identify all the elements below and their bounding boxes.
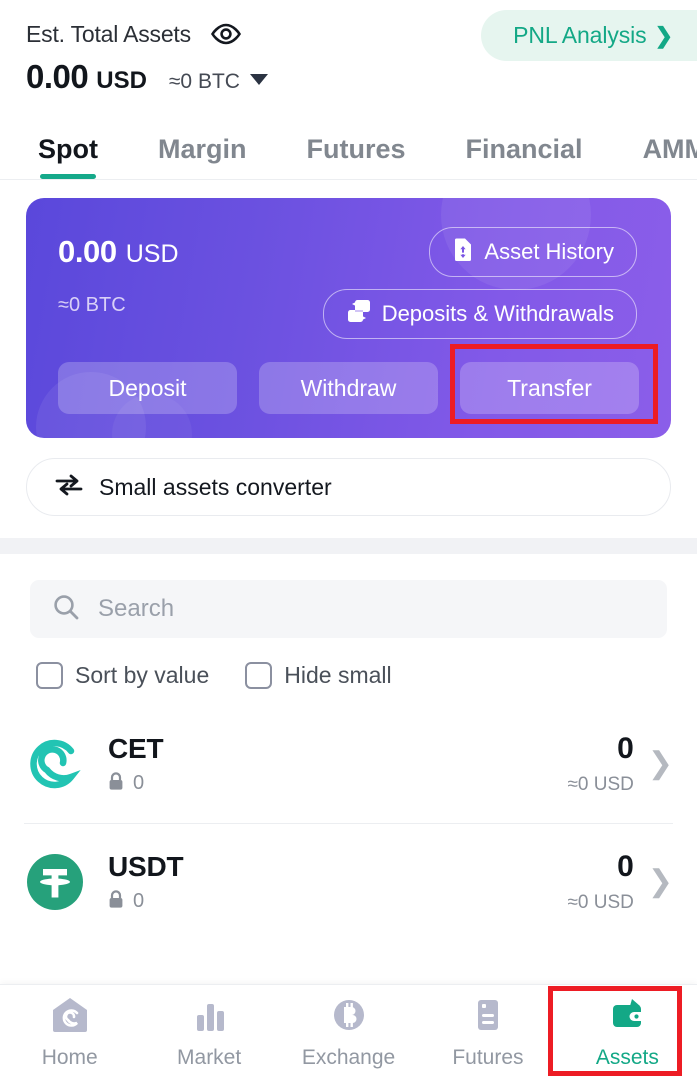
wallet-icon: [606, 995, 648, 1040]
total-assets-amount: 0.00: [26, 58, 89, 95]
locked-amount: 0: [133, 772, 145, 794]
withdraw-button[interactable]: Withdraw: [259, 362, 438, 414]
asset-values: 0 ≈0 USD: [567, 732, 633, 796]
pnl-analysis-label: PNL Analysis: [513, 22, 647, 48]
asset-usd-value: ≈0 USD: [567, 774, 634, 795]
checkbox-box: [245, 662, 273, 689]
lock-icon: [108, 771, 124, 796]
asset-list: CET 0 0 ≈0 USD ❯ USDT 0 0 ≈0 USD ❯: [0, 705, 697, 941]
chevron-right-icon: ❯: [654, 22, 673, 48]
locked-amount: 0: [133, 890, 145, 912]
chevron-right-icon[interactable]: ❯: [648, 749, 673, 779]
home-icon: [49, 995, 91, 1040]
eye-icon[interactable]: [210, 23, 241, 45]
tab-financial[interactable]: Financial: [466, 134, 583, 179]
deposits-withdrawals-button[interactable]: Deposits & Withdrawals: [322, 289, 637, 339]
nav-label-home: Home: [41, 1046, 98, 1069]
filter-row: Sort by value Hide small: [36, 662, 697, 689]
deposits-withdrawals-label: Deposits & Withdrawals: [381, 301, 614, 326]
nav-label-futures: Futures: [452, 1046, 524, 1069]
search-placeholder: Search: [98, 595, 175, 622]
total-assets-row: 0.00 USD ≈0 BTC: [0, 58, 697, 96]
tab-futures[interactable]: Futures: [307, 134, 406, 179]
nav-item-assets[interactable]: Assets: [558, 995, 697, 1070]
asset-history-label: Asset History: [484, 239, 614, 264]
sort-by-value-label: Sort by value: [75, 662, 210, 688]
checkbox-box: [36, 662, 63, 689]
asset-usd-value: ≈0 USD: [567, 892, 634, 913]
asset-history-button[interactable]: Asset History: [429, 227, 637, 277]
nav-item-futures[interactable]: Futures: [418, 995, 557, 1070]
account-type-tabs: Spot Margin Futures Financial AMM: [0, 118, 697, 180]
nav-item-market[interactable]: Market: [139, 995, 278, 1070]
swap-arrows-icon: [55, 474, 83, 501]
asset-info: CET 0: [108, 733, 567, 796]
asset-amount: 0: [617, 850, 634, 883]
usdt-coin-logo: [24, 851, 86, 913]
header: Est. Total Assets PNL Analysis ❯ 0.00 US…: [0, 0, 697, 118]
nav-label-exchange: Exchange: [301, 1046, 396, 1069]
chevron-down-icon[interactable]: [249, 74, 268, 85]
chevron-right-icon[interactable]: ❯: [648, 867, 673, 897]
sort-by-value-checkbox[interactable]: Sort by value: [36, 662, 209, 689]
transfer-document-icon: [346, 299, 372, 329]
asset-symbol: CET: [108, 732, 164, 764]
deposit-button[interactable]: Deposit: [58, 362, 237, 414]
est-total-assets-label: Est. Total Assets: [26, 20, 191, 47]
asset-symbol: USDT: [108, 850, 184, 882]
nav-item-exchange[interactable]: Exchange: [279, 995, 418, 1070]
table-row[interactable]: USDT 0 0 ≈0 USD ❯: [0, 823, 697, 941]
nav-label-market: Market: [177, 1046, 242, 1069]
total-assets-btc: ≈0 BTC: [168, 70, 240, 93]
section-divider: [0, 538, 697, 554]
app-screen: Est. Total Assets PNL Analysis ❯ 0.00 US…: [0, 0, 697, 1080]
document-updown-icon: [452, 237, 474, 267]
locked-amount-row: 0: [108, 889, 567, 914]
tab-spot[interactable]: Spot: [38, 134, 98, 179]
bottom-navigation: Home Market Exchange Futures Assets: [0, 984, 697, 1080]
card-balance-btc: ≈0 BTC: [58, 294, 126, 316]
tab-amm[interactable]: AMM: [643, 134, 697, 179]
locked-amount-row: 0: [108, 771, 567, 796]
small-assets-converter-label: Small assets converter: [99, 473, 332, 500]
futures-card-icon: [467, 995, 509, 1040]
transfer-button[interactable]: Transfer: [460, 362, 639, 414]
lock-icon: [108, 889, 124, 914]
bitcoin-circle-icon: [328, 995, 370, 1040]
pnl-analysis-button[interactable]: PNL Analysis ❯: [481, 10, 697, 61]
card-balance-row: 0.00 USD: [58, 234, 179, 270]
hide-small-label: Hide small: [284, 662, 392, 688]
total-assets-currency: USD: [96, 67, 147, 94]
table-row[interactable]: CET 0 0 ≈0 USD ❯: [0, 705, 697, 823]
search-input[interactable]: Search: [30, 580, 667, 638]
asset-info: USDT 0: [108, 851, 567, 914]
card-balance-currency: USD: [125, 240, 179, 268]
nav-label-assets: Assets: [595, 1046, 659, 1069]
asset-amount: 0: [617, 732, 634, 765]
small-assets-converter-button[interactable]: Small assets converter: [26, 458, 671, 516]
tab-margin[interactable]: Margin: [158, 134, 247, 179]
bar-chart-icon: [188, 995, 230, 1040]
card-action-buttons: Deposit Withdraw Transfer: [58, 362, 639, 414]
search-icon: [52, 593, 80, 626]
hide-small-checkbox[interactable]: Hide small: [245, 662, 392, 689]
nav-item-home[interactable]: Home: [0, 995, 139, 1070]
card-balance-amount: 0.00: [58, 234, 117, 269]
cet-coin-logo: [24, 733, 86, 795]
balance-card-container: 0.00 USD ≈0 BTC Asset History Deposits &…: [0, 180, 697, 438]
asset-values: 0 ≈0 USD: [567, 850, 633, 914]
spot-balance-card: 0.00 USD ≈0 BTC Asset History Deposits &…: [26, 198, 671, 438]
